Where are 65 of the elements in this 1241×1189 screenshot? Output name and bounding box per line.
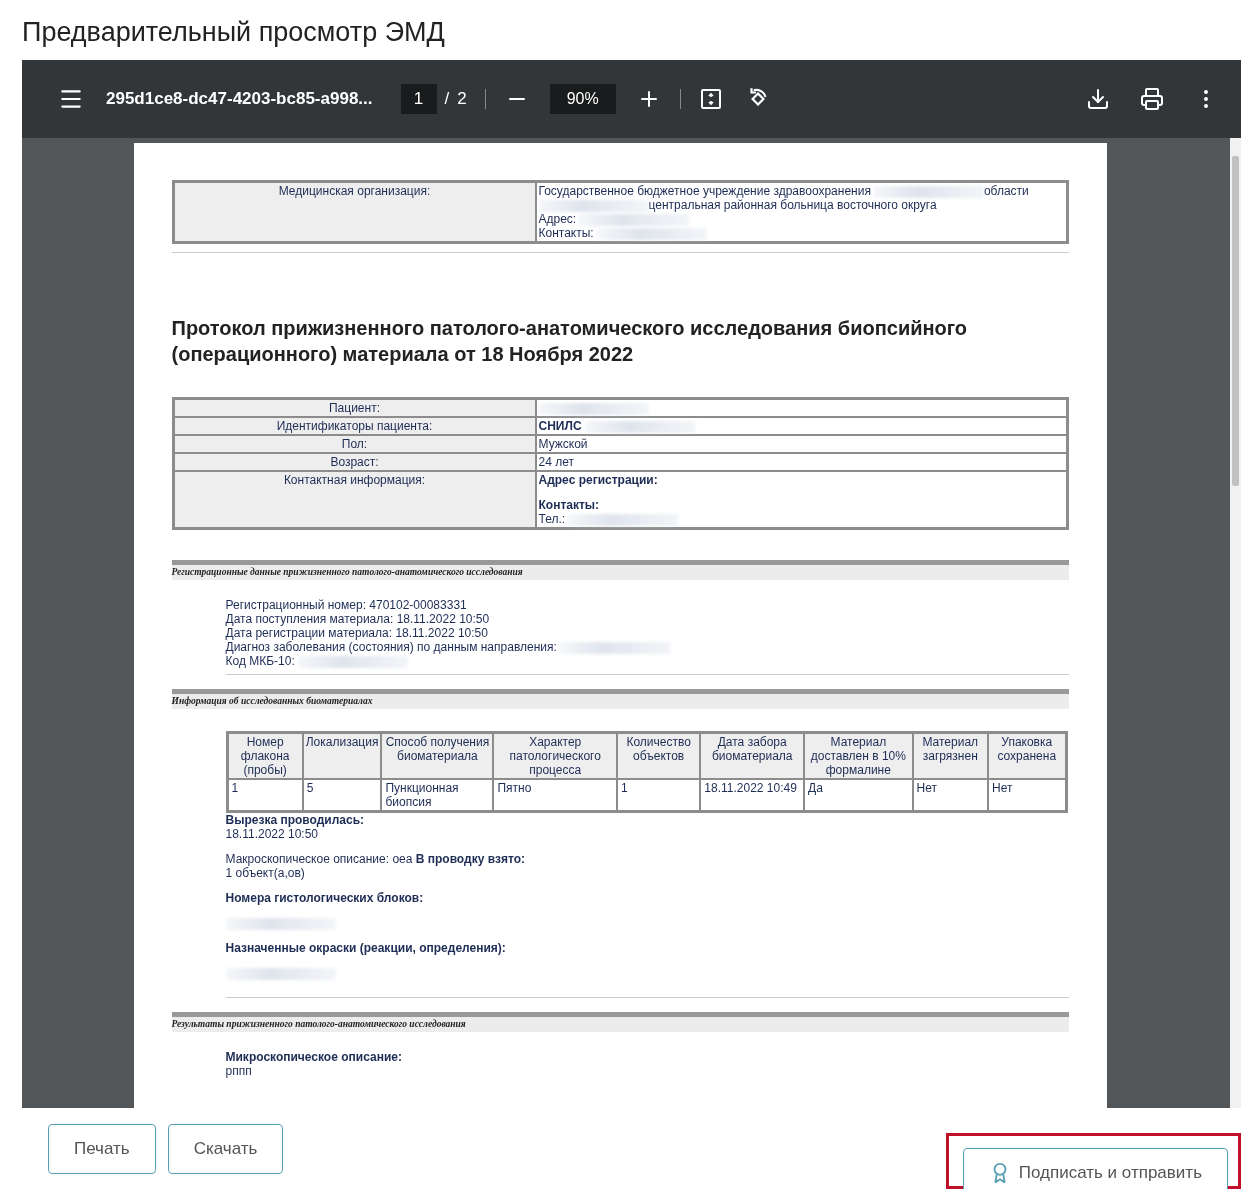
text: СНИЛС: [538, 419, 582, 433]
table-cell: Медицинская организация:: [173, 182, 536, 242]
text: Контакты:: [538, 498, 600, 512]
table-cell: 1: [227, 779, 303, 811]
page-title: Предварительный просмотр ЭМД: [21, 16, 446, 49]
column-header: Упаковка сохранена: [988, 733, 1066, 779]
text: 24 лет: [538, 455, 574, 469]
zoom-field[interactable]: 90%: [549, 84, 616, 114]
text: 18.11.2022 10:50: [225, 827, 319, 841]
document-title: Протокол прижизненного патолого-анатомического исследования биопсийного (операционного) материала от 18 Ноября 2022: [171, 316, 969, 367]
page-total: 2: [457, 89, 467, 109]
text: Код МКБ-10:: [225, 654, 295, 668]
text: Государственное бюджетное учреждение здравоохранения: [538, 184, 871, 198]
page-number-field[interactable]: 1: [400, 84, 437, 114]
table-cell: Пятно: [493, 779, 617, 811]
text: Номера гистологических блоков:: [225, 891, 424, 905]
file-name: 295d1ce8-dc47-4203-bc85-a998...: [106, 89, 373, 109]
print-icon[interactable]: [1139, 86, 1165, 112]
text: Тел.:: [538, 512, 566, 526]
download-icon[interactable]: [1085, 86, 1111, 112]
table-cell: 5: [302, 779, 382, 811]
text: 1 объект(а,ов): [225, 866, 305, 880]
column-header: Локализация: [302, 733, 382, 779]
text: Вырезка проводилась:: [225, 813, 365, 827]
text: области: [983, 184, 1029, 198]
section-heading: Информация об исследованных биоматериалах: [171, 689, 1069, 709]
text: Макроскопическое описание: оеа В проводку взято:: [225, 852, 526, 866]
sign-and-send-button[interactable]: Подписать и отправить: [962, 1148, 1228, 1189]
text: рппп: [225, 1064, 252, 1078]
table-cell: Пункционная биопсия: [381, 779, 494, 811]
table-cell: 1: [616, 779, 701, 811]
column-header: Дата забора биоматериала: [700, 733, 805, 779]
table-cell: Нет: [988, 779, 1066, 811]
scrollbar[interactable]: [1230, 138, 1241, 1108]
table-cell: Пол:: [173, 435, 536, 453]
column-header: Материал загрязнен: [912, 733, 988, 779]
section-heading: Регистрационные данные прижизненного патолого-анатомического исследования: [171, 560, 1069, 580]
text: Регистрационный номер: 470102-00083331: [225, 598, 467, 612]
table-cell: Возраст:: [173, 453, 536, 471]
text: Назначенные окраски (реакции, определения):: [225, 941, 506, 955]
table-cell: 18.11.2022 10:49: [700, 779, 805, 811]
page-separator: /: [444, 89, 450, 109]
fit-page-icon[interactable]: [698, 87, 723, 111]
text: Адрес:: [538, 212, 577, 226]
table-cell: Да: [804, 779, 913, 811]
text: Дата регистрации материала: 18.11.2022 10:50: [225, 626, 488, 640]
text: Микроскопическое описание:: [225, 1050, 402, 1064]
text: Контакты:: [538, 226, 594, 240]
table-cell: Нет: [912, 779, 988, 811]
text: Мужской: [538, 437, 588, 451]
table-cell: Контактная информация:: [173, 471, 536, 528]
action-button[interactable]: Скачать: [167, 1123, 284, 1174]
text: Адрес регистрации:: [538, 473, 658, 487]
column-header: Номер флакона (пробы): [227, 733, 303, 779]
column-header: Характер патологического процесса: [493, 733, 617, 779]
table-cell: Идентификаторы пациента:: [173, 417, 536, 435]
text: центральная районная больница восточного округа: [648, 198, 937, 212]
column-header: Количество объектов: [616, 733, 701, 779]
text: Диагноз заболевания (состояния) по данным направления:: [225, 640, 557, 654]
action-button[interactable]: Печать: [48, 1123, 156, 1174]
column-header: Материал доставлен в 10% формалине: [804, 733, 913, 779]
column-header: Способ получения биоматериала: [381, 733, 494, 779]
section-heading: Результаты прижизненного патолого-анатомического исследования: [171, 1012, 1069, 1032]
text: Дата поступления материала: 18.11.2022 10:50: [225, 612, 490, 626]
table-cell: Пациент:: [173, 399, 536, 417]
